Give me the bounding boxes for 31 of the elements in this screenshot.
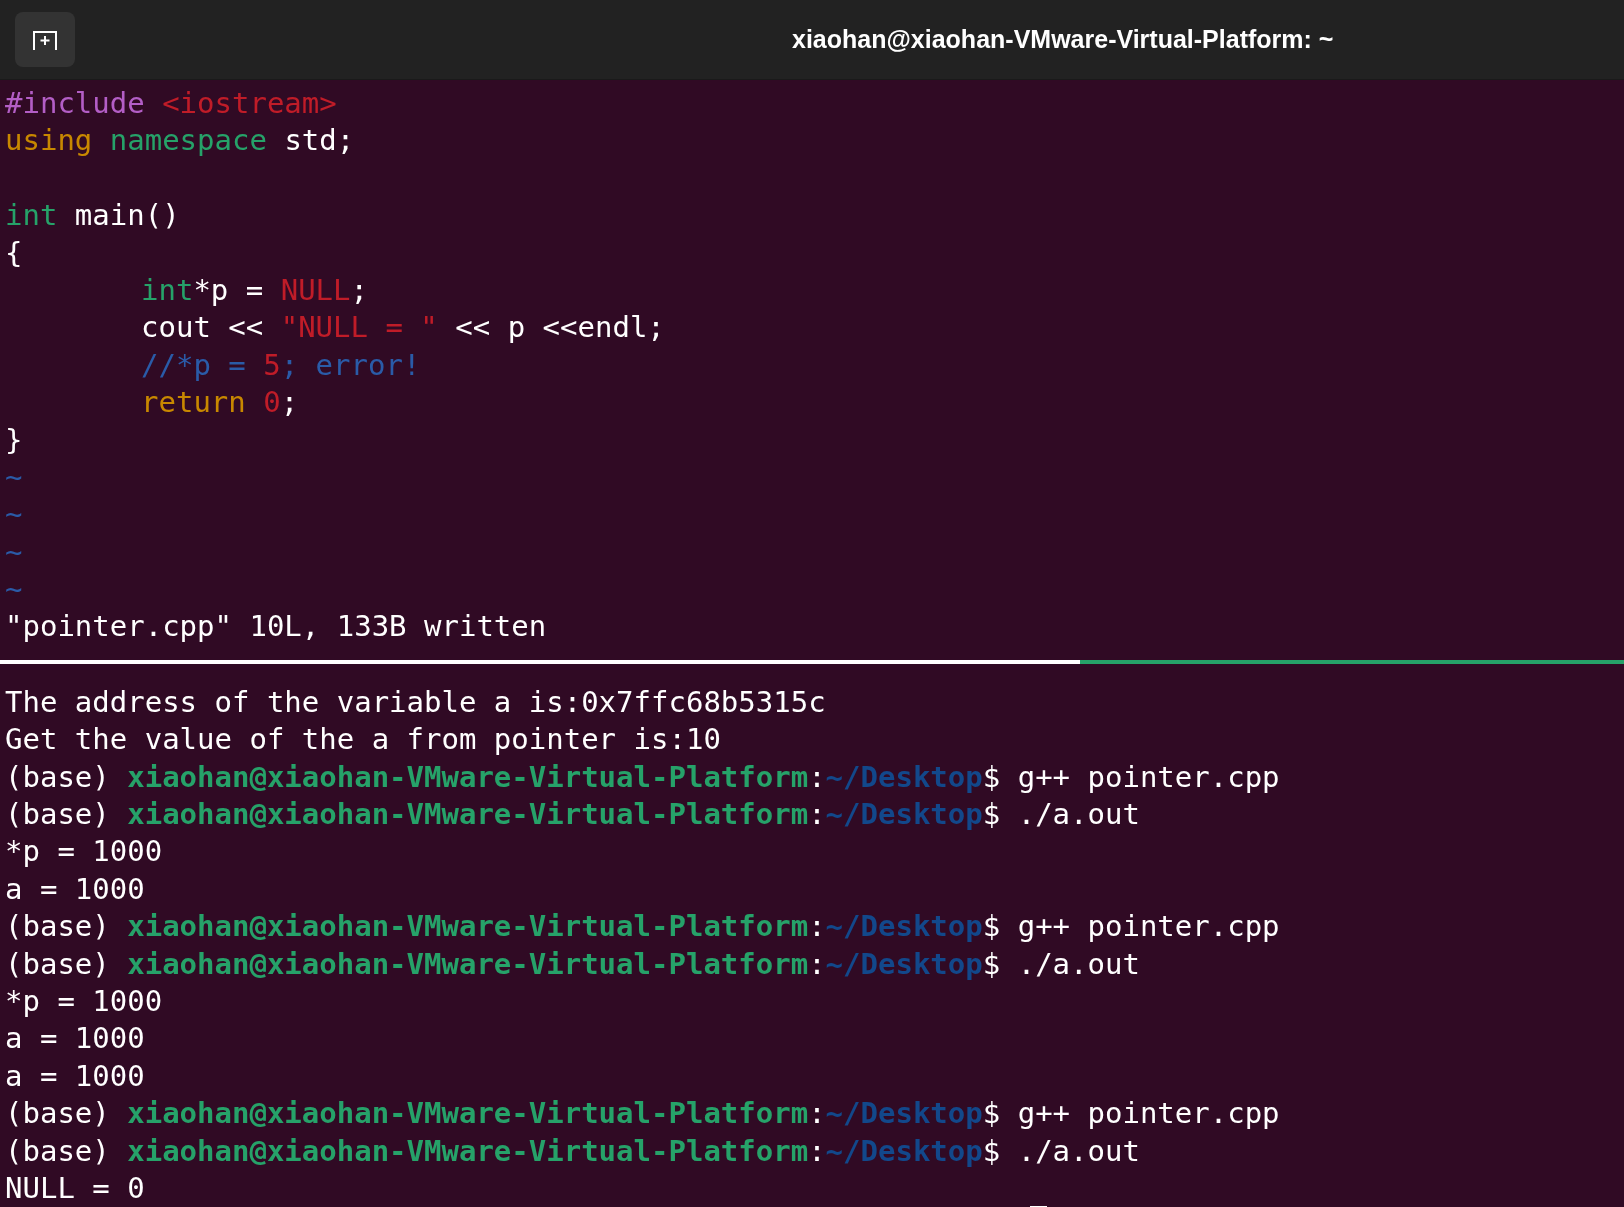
- terminal-line: *p = 1000: [5, 984, 163, 1018]
- empty-line-marker: ~: [5, 572, 23, 607]
- code-line: }: [5, 422, 23, 457]
- terminal-line: a = 1000: [5, 1021, 145, 1056]
- empty-line-marker: ~: [5, 459, 23, 494]
- terminal-line: The address of the variable a is:0x7ffc68b5315c: [5, 684, 826, 719]
- terminal-line: NULL = 0: [5, 1170, 145, 1205]
- window-title: xiaohan@xiaohan-VMware-Virtual-Platform: ~: [792, 23, 1334, 55]
- new-tab-icon: [32, 28, 58, 51]
- terminal-line: (base) xiaohan@xiaohan-VMware-Virtual-Platform:~/Desktop$ g++ pointer.cpp: [5, 1096, 1280, 1131]
- terminal-line: Get the value of the a from pointer is:10: [5, 722, 721, 757]
- code-line: {: [5, 235, 23, 270]
- code-line: int*p = NULL;: [141, 272, 368, 307]
- new-tab-button[interactable]: [15, 12, 75, 67]
- terminal-line: (base) xiaohan@xiaohan-VMware-Virtual-Platform:~/Desktop$ ./a.out: [5, 797, 1140, 832]
- code-line: cout << "NULL = " << p <<endl;: [141, 310, 665, 345]
- code-line: int main(): [5, 198, 180, 233]
- code-line: using namespace std;: [5, 123, 355, 158]
- terminal-line: (base) xiaohan@xiaohan-VMware-Virtual-Platform:~/Desktop$ g++ pointer.cpp: [5, 759, 1280, 794]
- empty-line-marker: ~: [5, 534, 23, 569]
- terminal-line: (base) xiaohan@xiaohan-VMware-Virtual-Platform:~/Desktop$ g++ pointer.cpp: [5, 909, 1280, 944]
- terminal-line: a = 1000: [5, 1058, 145, 1093]
- empty-line-marker: ~: [5, 497, 23, 532]
- terminal-line: *p = 1000: [5, 834, 163, 869]
- code-line: //*p = 5; error!: [141, 347, 421, 382]
- terminal-line: a = 1000: [5, 871, 145, 906]
- code-line: return 0;: [141, 385, 299, 420]
- terminal-line: (base) xiaohan@xiaohan-VMware-Virtual-Platform:~/Desktop$ ./a.out: [5, 1133, 1140, 1168]
- code-line: #include <iostream>: [5, 86, 337, 120]
- terminal-line: (base) xiaohan@xiaohan-VMware-Virtual-Platform:~/Desktop$ ./a.out: [5, 946, 1140, 981]
- editor-status-message: "pointer.cpp" 10L, 133B written: [5, 609, 547, 644]
